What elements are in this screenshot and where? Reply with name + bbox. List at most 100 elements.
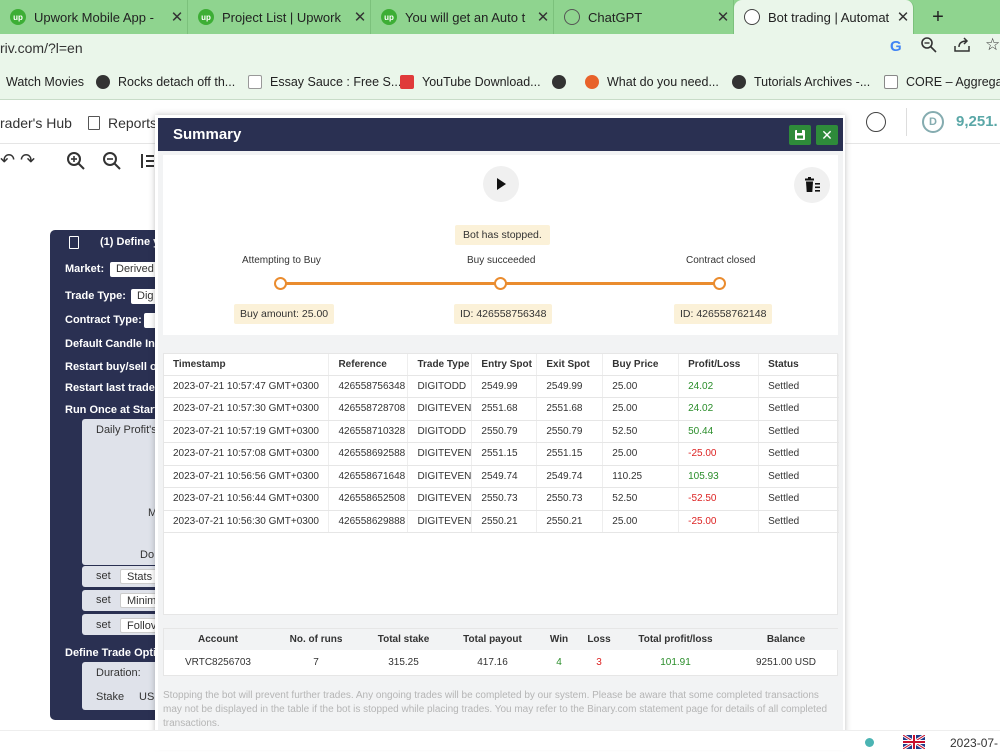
table-row[interactable]: 2023-07-21 10:57:19 GMT+0300 42655871032… xyxy=(164,420,839,443)
new-tab-button[interactable]: + xyxy=(926,0,950,34)
sort-icon[interactable] xyxy=(139,152,155,175)
demo-account-icon[interactable]: D xyxy=(922,111,944,133)
table-row[interactable]: 2023-07-21 10:56:30 GMT+0300 42655862988… xyxy=(164,510,839,533)
timestamp-cell: 2023-07-21 10:56:56 GMT+0300 xyxy=(164,465,330,488)
trade-type-cell: DIGITODD xyxy=(407,420,473,443)
zoom-icon[interactable] xyxy=(920,36,938,59)
entry-spot-cell: 2551.68 xyxy=(471,397,538,421)
total-payout-cell: 417.16 xyxy=(477,657,508,668)
zoom-in-icon[interactable] xyxy=(66,151,86,176)
exit-spot-cell: 2551.68 xyxy=(536,397,604,421)
close-icon[interactable]: ✕ xyxy=(533,8,553,26)
set-variable-minimum[interactable]: Minim xyxy=(120,593,160,608)
bookmark-what-do-you-need[interactable]: What do you need... xyxy=(585,64,719,100)
bookmark-youtube-download[interactable]: YouTube Download... xyxy=(400,64,541,100)
status-cell: Settled xyxy=(758,420,839,443)
status-cell: Settled xyxy=(758,375,839,398)
chatgpt-icon xyxy=(564,9,580,25)
url-field[interactable]: riv.com/?l=en xyxy=(0,40,83,56)
undo-icon[interactable]: ↶ xyxy=(0,150,15,171)
close-icon[interactable]: ✕ xyxy=(167,8,187,26)
candle-interval-label: Default Candle Int xyxy=(65,338,159,350)
zoom-out-icon[interactable] xyxy=(102,151,122,176)
stake-currency: US xyxy=(139,691,155,703)
bookmark-essay-sauce[interactable]: Essay Sauce : Free S... xyxy=(248,64,401,100)
clear-stats-button[interactable] xyxy=(794,167,830,203)
tab-upwork-mobile[interactable]: up Upwork Mobile App - ✕ xyxy=(0,0,188,34)
totals-table: Account No. of runs Total stake Total pa… xyxy=(163,628,839,676)
column-header: Total stake xyxy=(360,629,447,650)
connection-status-icon xyxy=(865,738,874,747)
table-row[interactable]: 2023-07-21 10:56:44 GMT+0300 42655865250… xyxy=(164,487,839,511)
table-row[interactable]: 2023-07-21 10:57:30 GMT+0300 42655872870… xyxy=(164,397,839,421)
column-header: Total payout xyxy=(447,629,538,650)
total-profit-cell: 101.91 xyxy=(660,657,691,668)
bookmark-core[interactable]: CORE – Aggregatin xyxy=(884,64,1000,100)
bookmark-watch-movies[interactable]: Watch Movies xyxy=(6,64,84,100)
reports-link[interactable]: Reports xyxy=(88,115,157,131)
deriv-icon xyxy=(744,9,760,25)
status-cell: Settled xyxy=(758,442,839,466)
totals-header-row: Account No. of runs Total stake Total pa… xyxy=(164,629,839,650)
close-icon[interactable]: ✕ xyxy=(713,8,733,26)
disclaimer-text: Stopping the bot will prevent further tr… xyxy=(163,690,828,727)
trade-type-label: Trade Type: xyxy=(65,290,126,302)
totals-row: VRTC8256703 7 315.25 417.16 4 3 101.91 9… xyxy=(164,650,839,675)
reference-cell: 426558728708 xyxy=(328,397,409,421)
traders-hub-link[interactable]: rader's Hub xyxy=(0,115,72,131)
trash-icon xyxy=(805,177,820,192)
tab-chatgpt[interactable]: ChatGPT ✕ xyxy=(554,0,734,34)
share-icon[interactable] xyxy=(953,37,971,58)
core-icon xyxy=(884,75,898,89)
buy-id-badge: ID: 426558756348 xyxy=(454,304,553,324)
reference-cell: 426558692588 xyxy=(328,442,409,466)
bookmark-label: YouTube Download... xyxy=(422,75,541,89)
set-variable-follow[interactable]: Follov xyxy=(120,618,160,633)
contract-type-label: Contract Type: xyxy=(65,314,142,326)
bookmark-rocks[interactable]: Rocks detach off th... xyxy=(96,64,235,100)
column-header: Status xyxy=(758,354,839,376)
report-icon xyxy=(88,116,100,130)
entry-spot-cell: 2549.74 xyxy=(471,465,538,488)
stake-label: Stake xyxy=(96,691,125,703)
run-bot-button[interactable] xyxy=(483,166,519,202)
close-icon[interactable]: ✕ xyxy=(893,8,913,26)
bookmark-tutorials-archives[interactable]: Tutorials Archives -... xyxy=(732,64,870,100)
set-variable-stats[interactable]: Stats xyxy=(120,569,160,584)
column-header: Total profit/loss xyxy=(618,629,733,650)
column-header: Reference xyxy=(328,354,409,376)
account-balance[interactable]: 9,251. xyxy=(956,113,998,130)
close-button[interactable]: ✕ xyxy=(816,125,838,145)
win-count-cell: 4 xyxy=(556,657,562,668)
market-select[interactable]: Derived xyxy=(110,262,160,277)
tab-auto-trade[interactable]: up You will get an Auto t ✕ xyxy=(371,0,554,34)
table-row[interactable]: 2023-07-21 10:56:56 GMT+0300 42655867164… xyxy=(164,465,839,488)
redo-icon[interactable]: ↷ xyxy=(20,150,35,171)
tab-title: ChatGPT xyxy=(588,9,643,25)
save-button[interactable] xyxy=(789,125,811,145)
star-icon[interactable]: ☆ xyxy=(985,35,1000,55)
timestamp-cell: 2023-07-21 10:57:19 GMT+0300 xyxy=(164,420,330,443)
timestamp-cell: 2023-07-21 10:57:47 GMT+0300 xyxy=(164,375,330,398)
buy-price-cell: 52.50 xyxy=(602,487,680,511)
close-icon[interactable]: ✕ xyxy=(350,8,370,26)
bookmark-label: Rocks detach off th... xyxy=(118,75,236,89)
account-icon[interactable] xyxy=(866,112,886,132)
entry-spot-cell: 2550.79 xyxy=(471,420,538,443)
tab-title: Upwork Mobile App - xyxy=(34,9,154,25)
tab-bot-trading[interactable]: Bot trading | Automat ✕ xyxy=(734,0,914,34)
table-row[interactable]: 2023-07-21 10:57:47 GMT+0300 42655875634… xyxy=(164,375,839,398)
summary-title: Summary xyxy=(173,126,242,143)
google-icon[interactable]: G xyxy=(890,38,902,55)
stage-dot xyxy=(713,277,726,290)
bookmark-globe[interactable] xyxy=(552,64,574,100)
uk-flag-icon[interactable] xyxy=(902,733,926,751)
bookmark-label: What do you need... xyxy=(607,75,719,89)
timestamp-cell: 2023-07-21 10:56:44 GMT+0300 xyxy=(164,487,330,511)
table-header-row: Timestamp Reference Trade Type Entry Spo… xyxy=(164,354,839,376)
restart-last-label: Restart last trade xyxy=(65,382,155,394)
exit-spot-cell: 2550.21 xyxy=(536,510,604,533)
table-row[interactable]: 2023-07-21 10:57:08 GMT+0300 42655869258… xyxy=(164,442,839,466)
daily-profit-block[interactable] xyxy=(82,419,160,565)
tab-project-list[interactable]: up Project List | Upwork ✕ xyxy=(188,0,371,34)
